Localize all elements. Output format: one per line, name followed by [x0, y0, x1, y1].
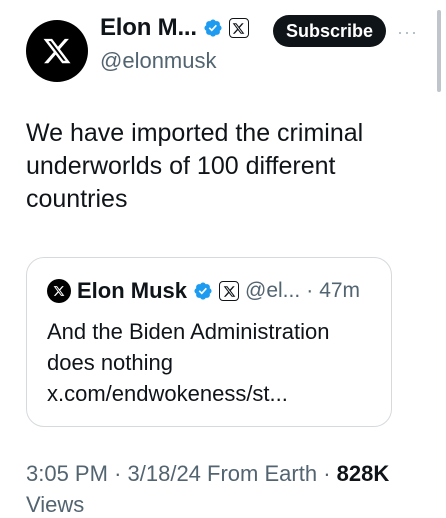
dot-separator: · [306, 279, 314, 302]
verified-badge-icon [204, 19, 222, 37]
x-logo-icon [53, 286, 65, 296]
tweet-text: We have imported the criminal underworld… [26, 119, 364, 213]
author-handle[interactable]: @elonmusk [100, 48, 217, 74]
quoted-author-avatar[interactable] [47, 279, 71, 303]
dot-separator: · [114, 461, 122, 486]
x-logo-icon [43, 38, 71, 64]
more-options-icon[interactable]: ··· [397, 22, 418, 43]
views-count[interactable]: 828K [337, 461, 390, 486]
dot-separator: · [323, 461, 331, 486]
views-label: Views [26, 492, 85, 517]
tweet-meta: 3:05 PM · 3/18/24 From Earth · 828K [26, 461, 389, 487]
quoted-tweet-time[interactable]: 47m [319, 279, 360, 303]
author-avatar[interactable] [26, 20, 88, 82]
tweet-date[interactable]: 3/18/24 [128, 461, 201, 486]
quoted-tweet-card[interactable]: Elon Musk @el... · 47m And the Biden Adm… [26, 257, 392, 427]
scrollbar[interactable] [437, 10, 441, 92]
quoted-author-name[interactable]: Elon Musk [77, 278, 187, 304]
author-name[interactable]: Elon M... [100, 14, 197, 42]
tweet-source: From Earth [207, 461, 318, 486]
subscribe-button[interactable]: Subscribe [273, 15, 386, 47]
author-name-row: Elon M... [100, 14, 249, 42]
tweet-time[interactable]: 3:05 PM [26, 461, 108, 486]
x-affiliate-badge-icon [219, 281, 240, 301]
quoted-author-handle: @el... [245, 279, 301, 302]
x-affiliate-badge-icon [228, 18, 249, 38]
verified-badge-icon [194, 282, 212, 300]
quoted-tweet-header: Elon Musk @el... · 47m [47, 278, 360, 304]
quoted-tweet-text: And the Biden Administration does nothin… [47, 319, 330, 406]
